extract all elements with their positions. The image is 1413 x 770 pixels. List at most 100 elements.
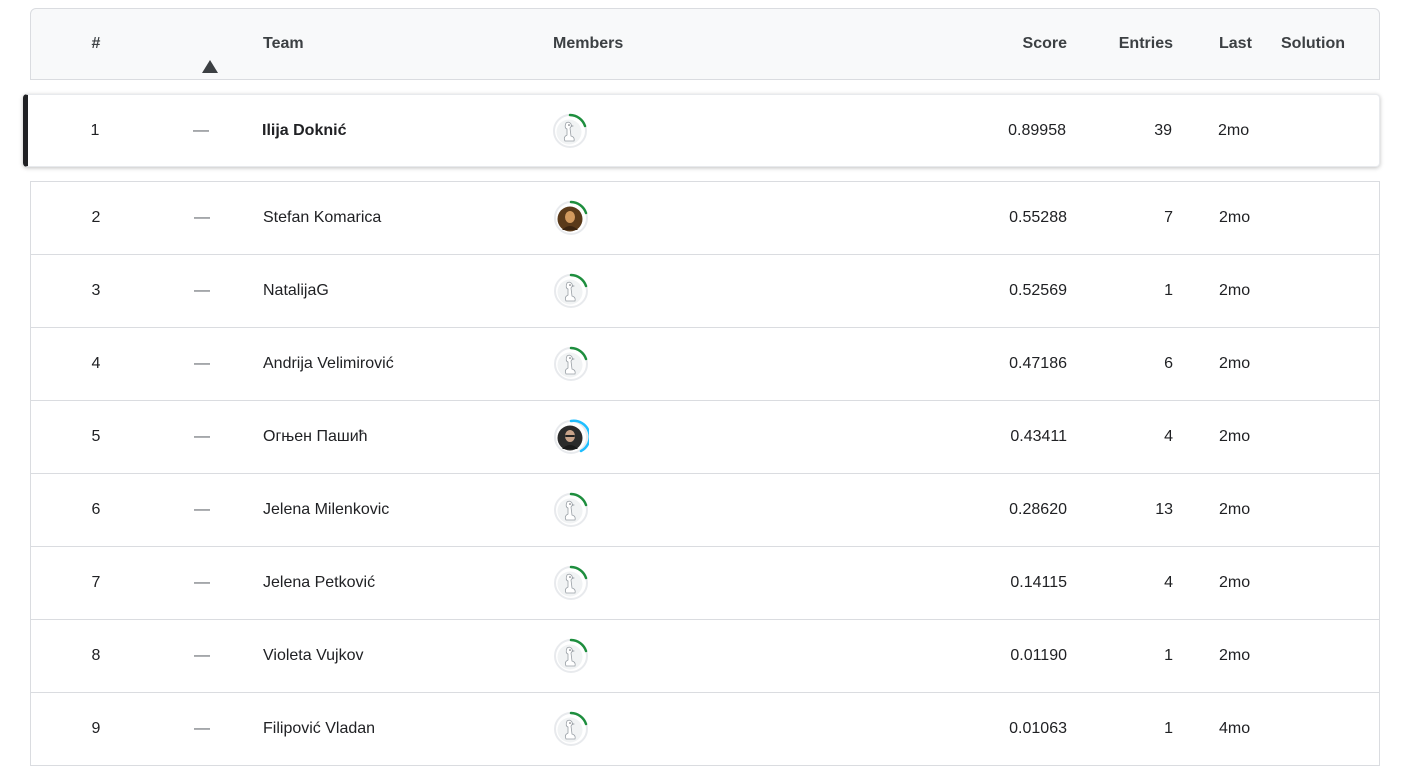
row-score: 0.47186 (1009, 355, 1067, 372)
row-team-name[interactable]: Огњен Пашић (263, 401, 543, 473)
goose-avatar-icon[interactable] (553, 565, 589, 601)
row-score: 0.28620 (1009, 501, 1067, 518)
goose-avatar-icon[interactable] (553, 711, 589, 747)
row-delta: — (194, 428, 210, 445)
leaderboard-list: 2 — Stefan Komarica 0.55288 7 2mo 3 — Na… (30, 181, 1380, 766)
row-solution (1281, 328, 1371, 400)
row-team-name[interactable]: Andrija Velimirović (263, 328, 543, 400)
goose-avatar-icon[interactable] (553, 346, 589, 382)
table-row[interactable]: 3 — NatalijaG 0.52569 1 2mo (31, 255, 1379, 328)
row-entries: 7 (1164, 209, 1173, 226)
goose-avatar-icon[interactable] (553, 492, 589, 528)
row-rank: 4 (91, 355, 101, 372)
row-entries: 1 (1164, 720, 1173, 737)
row-delta: — (194, 647, 210, 664)
row-rank: 6 (91, 501, 101, 518)
header-solution: Solution (1281, 35, 1345, 52)
row-team-name[interactable]: Jelena Petković (263, 547, 543, 619)
table-row[interactable]: 7 — Jelena Petković 0.14115 4 2mo (31, 547, 1379, 620)
row-last: 2mo (1219, 209, 1251, 226)
row-entries: 39 (1154, 121, 1172, 139)
header-team[interactable]: Team (263, 9, 543, 79)
table-row[interactable]: 6 — Jelena Milenkovic 0.28620 13 2mo (31, 474, 1379, 547)
row-delta: — (194, 355, 210, 372)
row-members (553, 328, 693, 400)
row-rank: 2 (91, 209, 101, 226)
row-entries: 1 (1164, 647, 1173, 664)
row-delta: — (194, 720, 210, 737)
row-last: 2mo (1219, 282, 1251, 299)
row-members (553, 401, 693, 473)
row-team-name[interactable]: NatalijaG (263, 255, 543, 327)
row-entries: 4 (1164, 574, 1173, 591)
row-rank: 1 (90, 121, 100, 139)
row-last: 2mo (1219, 501, 1251, 518)
row-score: 0.01190 (1010, 647, 1067, 664)
row-last: 2mo (1219, 355, 1251, 372)
row-members (553, 547, 693, 619)
row-last: 2mo (1219, 647, 1251, 664)
row-rank: 9 (91, 720, 101, 737)
row-members (553, 182, 693, 254)
row-score: 0.89958 (1008, 121, 1066, 139)
row-solution (1281, 693, 1371, 765)
goose-avatar-icon[interactable] (553, 638, 589, 674)
row-score: 0.14115 (1010, 574, 1067, 591)
row-delta: — (194, 282, 210, 299)
header-rank[interactable]: # (31, 9, 161, 79)
leaderboard-header: # Team Members Score Entries Last Soluti… (30, 8, 1380, 80)
row-rank: 3 (91, 282, 101, 299)
table-row[interactable]: 2 — Stefan Komarica 0.55288 7 2mo (31, 182, 1379, 255)
row-team-name[interactable]: Violeta Vujkov (263, 620, 543, 692)
table-row[interactable]: 5 — Огњен Пашић 0.43411 4 2mo (31, 401, 1379, 474)
row-last: 2mo (1219, 574, 1251, 591)
row-members (553, 255, 693, 327)
row-last: 4mo (1219, 720, 1251, 737)
row-entries: 4 (1164, 428, 1173, 445)
header-score[interactable]: Score (851, 9, 1067, 79)
table-row[interactable]: 4 — Andrija Velimirović 0.47186 6 2mo (31, 328, 1379, 401)
row-solution (1281, 620, 1371, 692)
row-delta: — (194, 574, 210, 591)
photo-avatar-icon[interactable] (553, 419, 589, 455)
row-team-name[interactable]: Filipović Vladan (263, 693, 543, 765)
row-entries: 13 (1155, 501, 1173, 518)
row-last: 2mo (1219, 428, 1251, 445)
photo-avatar-icon[interactable] (553, 200, 589, 236)
header-entries[interactable]: Entries (1091, 9, 1173, 79)
header-delta[interactable] (161, 9, 243, 79)
header-members: Members (553, 35, 624, 52)
row-members (553, 693, 693, 765)
row-members (552, 95, 692, 166)
row-rank: 7 (91, 574, 101, 591)
row-solution (1281, 474, 1371, 546)
goose-avatar-icon[interactable] (552, 113, 588, 149)
row-rank: 8 (91, 647, 101, 664)
row-solution (1281, 255, 1371, 327)
row-solution (1281, 182, 1371, 254)
row-score: 0.01063 (1009, 720, 1067, 737)
row-delta: — (194, 501, 210, 518)
leaderboard: # Team Members Score Entries Last Soluti… (23, 8, 1380, 766)
row-solution (1278, 95, 1368, 166)
row-members (553, 620, 693, 692)
row-rank: 5 (91, 428, 101, 445)
row-score: 0.52569 (1009, 282, 1067, 299)
header-last[interactable]: Last (1219, 9, 1279, 79)
row-score: 0.43411 (1010, 428, 1067, 445)
row-solution (1281, 401, 1371, 473)
row-solution (1281, 547, 1371, 619)
table-row[interactable]: 9 — Filipović Vladan 0.01063 1 4mo (31, 693, 1379, 766)
goose-avatar-icon[interactable] (553, 273, 589, 309)
row-delta: — (194, 209, 210, 226)
row-members (553, 474, 693, 546)
row-entries: 6 (1164, 355, 1173, 372)
table-row-highlighted[interactable]: 1 — Ilija Doknić 0.89958 39 2mo (23, 94, 1380, 167)
row-last: 2mo (1218, 121, 1250, 139)
row-entries: 1 (1164, 282, 1173, 299)
row-team-name[interactable]: Jelena Milenkovic (263, 474, 543, 546)
table-row[interactable]: 8 — Violeta Vujkov 0.01190 1 2mo (31, 620, 1379, 693)
row-score: 0.55288 (1009, 209, 1067, 226)
row-team-name[interactable]: Stefan Komarica (263, 182, 543, 254)
row-team-name[interactable]: Ilija Doknić (262, 95, 542, 166)
